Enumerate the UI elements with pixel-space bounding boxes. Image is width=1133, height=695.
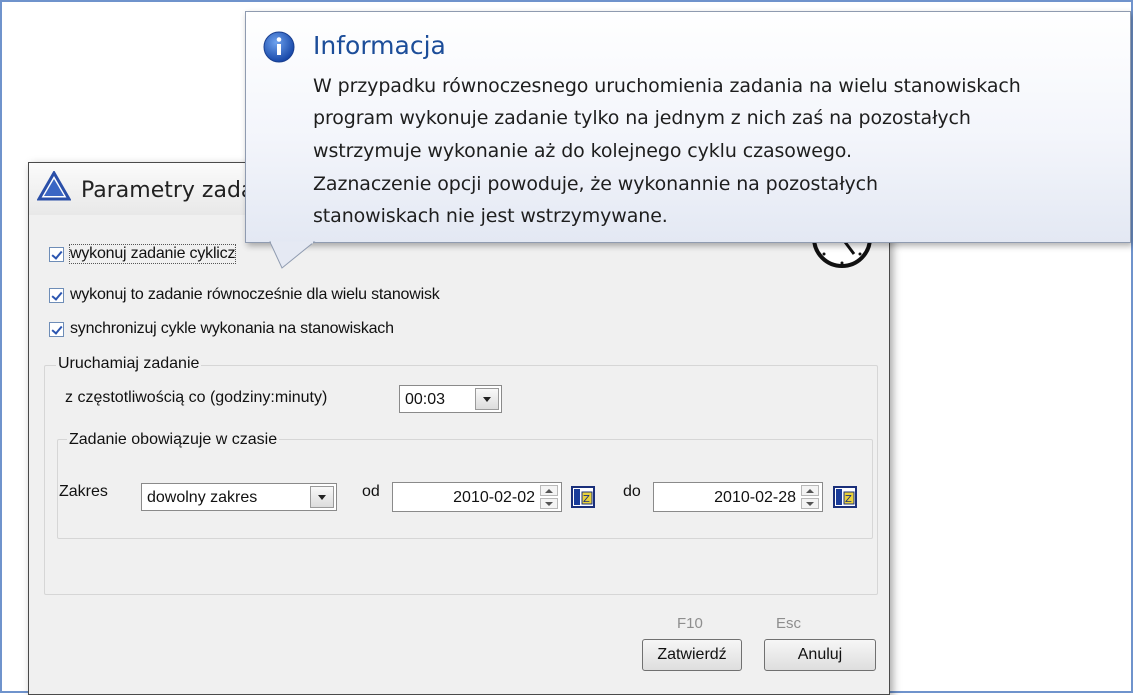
tooltip-line: Zaznaczenie opcji powoduje, że wykonanni… [313, 173, 878, 195]
range-value: dowolny zakres [147, 489, 258, 506]
confirm-shortcut: F10 [677, 615, 703, 632]
checkbox-cyclic[interactable]: wykonuj zadanie cyklicz [49, 243, 237, 265]
cancel-button[interactable]: Anuluj [764, 639, 876, 671]
range-select[interactable]: dowolny zakres [141, 483, 337, 511]
tooltip-title: Informacja [313, 31, 446, 60]
range-label: Zakres [59, 483, 108, 500]
calendar-icon[interactable]: Z [571, 486, 595, 508]
from-date-spinner[interactable] [540, 485, 558, 509]
warning-triangle-icon [37, 171, 71, 201]
from-label: od [362, 483, 380, 500]
validity-group-label: Zadanie obowiązuje w czasie [67, 431, 280, 449]
checkbox-parallel-label: wykonuj to zadanie równocześnie dla wiel… [70, 286, 440, 303]
info-icon [263, 31, 295, 63]
frequency-value: 00:03 [405, 391, 446, 408]
tooltip-line: wstrzymuje wykonanie aż do kolejnego cyk… [313, 140, 852, 162]
from-date-input[interactable]: 2010-02-02 [392, 482, 562, 512]
confirm-button[interactable]: Zatwierdź [642, 639, 742, 671]
svg-text:Z: Z [583, 494, 590, 505]
checkbox-cyclic-box[interactable] [49, 246, 64, 262]
to-date-value: 2010-02-28 [714, 489, 796, 506]
chevron-down-icon[interactable] [310, 486, 334, 508]
checkbox-parallel-box[interactable] [49, 287, 64, 303]
checkbox-sync-label: synchronizuj cykle wykonania na stanowis… [70, 320, 394, 337]
to-date-spinner[interactable] [801, 485, 819, 509]
checkbox-parallel[interactable]: wykonuj to zadanie równocześnie dla wiel… [49, 284, 440, 306]
to-label: do [623, 483, 641, 500]
frequency-label: z częstotliwością co (godziny:minuty) [65, 389, 328, 406]
svg-text:Z: Z [845, 494, 852, 505]
frequency-select[interactable]: 00:03 [399, 385, 502, 413]
checkbox-sync-box[interactable] [49, 321, 64, 337]
tooltip-tail [269, 241, 316, 269]
to-date-input[interactable]: 2010-02-28 [653, 482, 823, 512]
chevron-down-icon[interactable] [475, 388, 499, 410]
checkbox-cyclic-label: wykonuj zadanie cyklicz [68, 244, 237, 264]
dialog-title: Parametry zada [81, 178, 255, 203]
tooltip-line: program wykonuje zadanie tylko na jednym… [313, 107, 971, 129]
tooltip-line: stanowiskach nie jest wstrzymywane. [313, 205, 668, 227]
cancel-shortcut: Esc [776, 615, 802, 632]
from-date-value: 2010-02-02 [453, 489, 535, 506]
tooltip-line: W przypadku równoczesnego uruchomienia z… [313, 75, 1021, 97]
run-task-group-label: Uruchamiaj zadanie [56, 355, 202, 373]
checkbox-sync[interactable]: synchronizuj cykle wykonania na stanowis… [49, 318, 394, 340]
calendar-icon[interactable]: Z [833, 486, 857, 508]
